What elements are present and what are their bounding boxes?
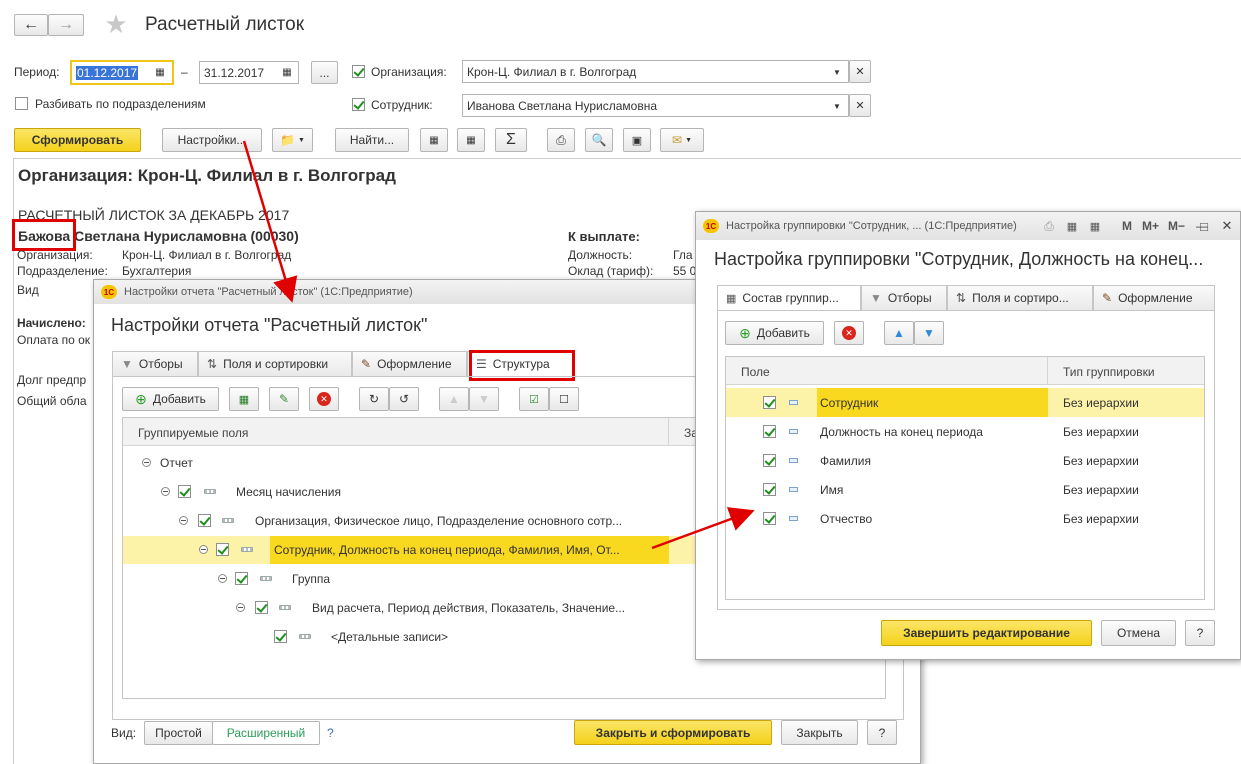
annotation-arrows [242,140,755,550]
arrow-settings-to-dialog [242,140,298,303]
arrow-row-to-grouping [651,507,755,550]
